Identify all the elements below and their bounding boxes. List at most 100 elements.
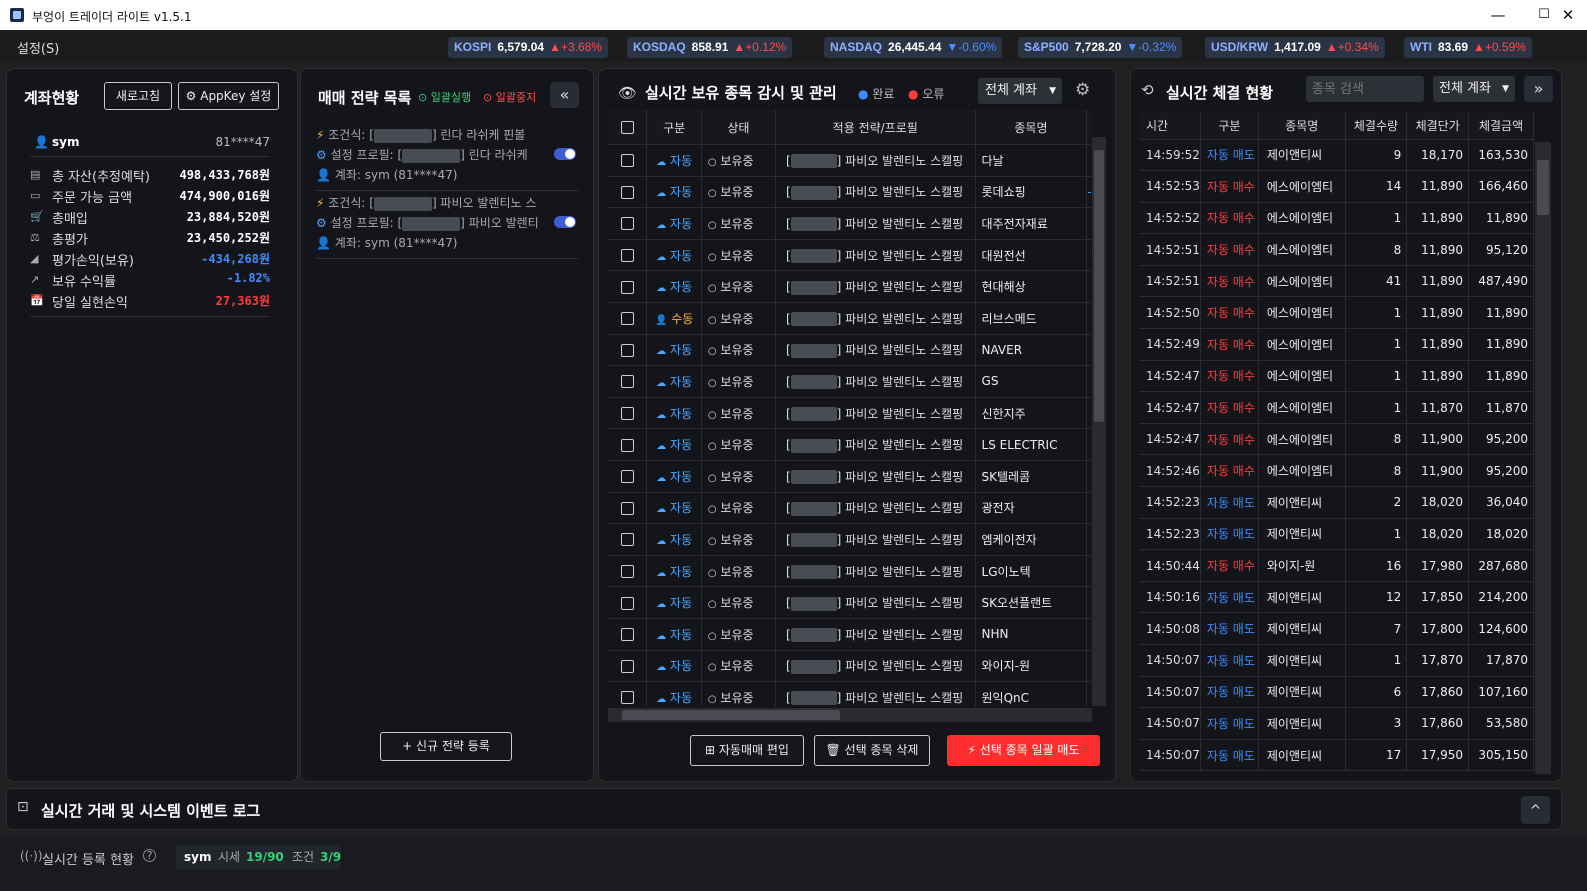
holding-row[interactable]: ☁ 자동 ○ 보유중 [] 파비오 발렌티노 스캘핑 다날 + [608,144,1091,177]
holding-row[interactable]: ☁ 자동 ○ 보유중 [] 파비오 발렌티노 스캘핑 LG이노텍 - [608,555,1091,588]
holdings-header[interactable]: 종목명 [975,110,1088,145]
close-button[interactable]: ✕ [1545,0,1587,30]
bulk-sell-button[interactable]: ⚡ 선택 종목 일괄 매도 [947,735,1100,766]
row-checkbox-cell[interactable] [608,618,648,651]
strategy-toggle[interactable] [554,148,576,160]
row-checkbox[interactable] [620,438,634,452]
holdings-header[interactable]: 적용 전략/프로필 [775,110,976,145]
executions-header[interactable]: 체결금액 [1468,112,1534,140]
holding-row[interactable]: ☁ 자동 ○ 보유중 [] 파비오 발렌티노 스캘핑 대주전자재료 - [608,207,1091,240]
log-toggle-button[interactable]: ^ [1521,796,1550,824]
holding-row[interactable]: ☁ 자동 ○ 보유중 [] 파비오 발렌티노 스캘핑 NHN - [608,618,1091,651]
row-checkbox-cell[interactable] [608,650,648,683]
select-all-header[interactable] [608,110,648,145]
row-checkbox[interactable] [620,533,634,547]
row-checkbox-cell[interactable] [608,239,648,272]
holding-row[interactable]: 👤 수동 ○ 보유중 [] 파비오 발렌티노 스캘핑 리브스메드 -6 [608,302,1091,335]
ticker-value: 26,445.44 [888,40,942,54]
row-checkbox-cell[interactable] [608,176,648,209]
row-checkbox[interactable] [620,691,634,705]
run-all-button[interactable]: ⊙ 일괄실행 [418,89,471,105]
row-checkbox[interactable] [620,375,634,389]
row-checkbox[interactable] [620,596,634,610]
delete-selected-button[interactable]: 🗑 선택 종목 삭제 [814,735,930,766]
executions-header[interactable]: 시간 [1140,112,1201,140]
collapse-strategy-button[interactable]: « [550,82,579,108]
holdings-header[interactable]: 평가 [1086,110,1091,145]
row-checkbox[interactable] [620,154,634,168]
help-icon[interactable]: ? [143,849,156,862]
minimize-button[interactable]: — [1475,0,1521,30]
executions-vscroll-thumb[interactable] [1537,160,1549,215]
strategy-card[interactable]: ⚡ 조건식: [] 린다 라쉬케 핀볼 ⚙ 설정 프로필: [] 린다 라쉬케 … [316,126,578,191]
row-checkbox[interactable] [620,470,634,484]
stock-search-input[interactable] [1306,76,1424,102]
row-checkbox[interactable] [620,407,634,421]
holding-row[interactable]: ☁ 자동 ○ 보유중 [] 파비오 발렌티노 스캘핑 엠케이전자 - [608,523,1091,556]
row-checkbox-cell[interactable] [608,144,648,177]
row-checkbox[interactable] [620,659,634,673]
row-checkbox-cell[interactable] [608,586,648,619]
holding-type-label: 자동 [670,469,693,484]
row-checkbox[interactable] [620,312,634,326]
row-checkbox-cell[interactable] [608,365,648,398]
row-checkbox-cell[interactable] [608,334,648,367]
row-checkbox-cell[interactable] [608,428,648,461]
holdings-header[interactable]: 구분 [646,110,702,145]
executions-account-filter[interactable]: 전체 계좌 ▼ [1433,76,1515,102]
executions-vscrollbar[interactable] [1535,142,1551,774]
holding-row[interactable]: ☁ 자동 ○ 보유중 [] 파비오 발렌티노 스캘핑 LS ELECTRIC - [608,428,1091,461]
row-checkbox[interactable] [620,343,634,357]
row-checkbox-cell[interactable] [608,302,648,335]
settings-menu[interactable]: 설정(S) [17,38,59,57]
account-number: 81****47 [215,135,270,149]
row-checkbox-cell[interactable] [608,523,648,556]
event-log-bar[interactable]: ⊡ 실시간 거래 및 시스템 이벤트 로그 ^ [6,788,1562,830]
appkey-settings-button[interactable]: ⚙ AppKey 설정 [178,82,279,110]
holding-row[interactable]: ☁ 자동 ○ 보유중 [] 파비오 발렌티노 스캘핑 신한지주 -2 [608,397,1091,430]
expand-executions-button[interactable]: » [1524,76,1553,102]
row-checkbox-cell[interactable] [608,207,648,240]
holding-row[interactable]: ☁ 자동 ○ 보유중 [] 파비오 발렌티노 스캘핑 GS -5 [608,365,1091,398]
holdings-header[interactable]: 상태 [701,110,776,145]
select-all-checkbox[interactable] [620,121,634,134]
executions-header[interactable]: 구분 [1200,112,1259,140]
row-checkbox-cell[interactable] [608,397,648,430]
row-checkbox[interactable] [620,501,634,515]
gear-icon[interactable]: ⚙ [1075,80,1090,100]
row-checkbox[interactable] [620,217,634,231]
executions-header[interactable]: 체결단가 [1406,112,1470,140]
row-checkbox[interactable] [620,185,634,199]
holding-row[interactable]: ☁ 자동 ○ 보유중 [] 파비오 발렌티노 스캘핑 SK텔레콤 -1 [608,460,1091,493]
holding-type-label: 자동 [670,532,693,547]
row-checkbox-cell[interactable] [608,460,648,493]
holding-row[interactable]: ☁ 자동 ○ 보유중 [] 파비오 발렌티노 스캘핑 롯데쇼핑 -10 [608,176,1091,209]
holding-row[interactable]: ☁ 자동 ○ 보유중 [] 파비오 발렌티노 스캘핑 SK오션플랜트 -6 [608,586,1091,619]
executions-header[interactable]: 종목명 [1258,112,1346,140]
holdings-hscroll-thumb[interactable] [622,710,840,720]
holding-row[interactable]: ☁ 자동 ○ 보유중 [] 파비오 발렌티노 스캘핑 대원전선 +4 [608,239,1091,272]
refresh-button[interactable]: 새로고침 [104,82,172,110]
row-checkbox-cell[interactable] [608,270,648,303]
holding-row[interactable]: ☁ 자동 ○ 보유중 [] 파비오 발렌티노 스캘핑 광전자 - [608,492,1091,525]
holding-row[interactable]: ☁ 자동 ○ 보유중 [] 파비오 발렌티노 스캘핑 현대해상 -1 [608,270,1091,303]
holdings-vscroll-thumb[interactable] [1094,150,1104,422]
strategy-card[interactable]: ⚡ 조건식: [] 파비오 발렌티노 스 ⚙ 설정 프로필: [] 파비오 발렌… [316,194,578,259]
holding-row[interactable]: ☁ 자동 ○ 보유중 [] 파비오 발렌티노 스캘핑 원익QnC + [608,681,1091,706]
row-checkbox[interactable] [620,280,634,294]
prof-prefix: 설정 프로필: [ [330,216,403,230]
row-checkbox-cell[interactable] [608,492,648,525]
strategy-toggle[interactable] [554,216,576,228]
row-checkbox-cell[interactable] [608,555,648,588]
holding-row[interactable]: ☁ 자동 ○ 보유중 [] 파비오 발렌티노 스캘핑 NAVER - [608,334,1091,367]
stop-all-button[interactable]: ⊙ 일괄중지 [483,89,536,105]
row-checkbox-cell[interactable] [608,681,648,706]
holding-row[interactable]: ☁ 자동 ○ 보유중 [] 파비오 발렌티노 스캘핑 와이지-원 -3 [608,650,1091,683]
row-checkbox[interactable] [620,249,634,263]
add-auto-trade-button[interactable]: ⊞ 자동매매 편입 [690,735,804,766]
new-strategy-button[interactable]: + 신규 전략 등록 [380,732,512,761]
row-checkbox[interactable] [620,628,634,642]
executions-header[interactable]: 체결수량 [1345,112,1408,140]
row-checkbox[interactable] [620,565,634,579]
holdings-account-filter[interactable]: 전체 계좌 ▼ [978,78,1062,104]
